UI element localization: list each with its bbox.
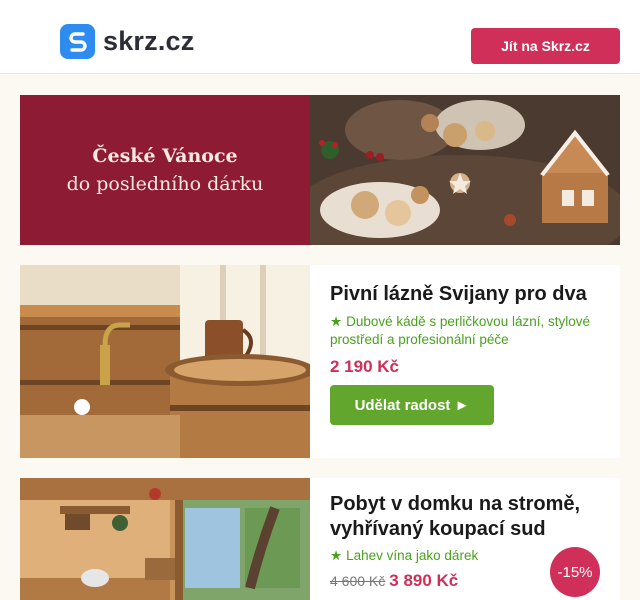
card-feature-text: Dubové kádě s perličkovou lázní, stylové… [330,314,590,347]
discount-badge: -15% [550,547,600,597]
product-card-treehouse[interactable]: Pobyt v domku na stromě, vyhřívaný koupa… [20,478,620,600]
card-old-price: 4 600 Kč [330,573,386,589]
card-feature: ★ Dubové kádě s perličkovou lázní, stylov… [330,313,600,349]
star-icon: ★ [330,548,343,563]
header: skrz.cz Jít na Skrz.cz [0,0,640,74]
skrz-logo-icon [60,23,95,59]
card-title[interactable]: Pobyt v domku na stromě, vyhřívaný koupa… [330,492,600,542]
card-feature-text: Lahev vína jako dárek [346,548,479,563]
card-price: 3 890 Kč [389,571,459,590]
banner-text-panel: České Vánoce do posledního dárku [20,95,310,245]
udelat-radost-button[interactable]: Udělat radost ► [330,385,494,425]
banner-title: České Vánoce [92,145,238,167]
go-to-skrz-button[interactable]: Jít na Skrz.cz [471,28,620,64]
card-title[interactable]: Pivní lázně Svijany pro dva [330,282,600,307]
logo-text: skrz.cz [103,25,195,56]
banner-subtitle: do posledního dárku [66,173,264,195]
christmas-banner[interactable]: České Vánoce do posledního dárku [20,95,620,245]
treehouse-image [20,478,310,600]
card-price: 2 190 Kč [330,357,399,376]
product-card-beer-spa[interactable]: Pivní lázně Svijany pro dva ★ Dubové kádě… [20,265,620,458]
beer-spa-image [20,265,310,458]
logo[interactable]: skrz.cz [60,23,194,59]
banner-image-gingerbread [310,95,620,245]
star-icon: ★ [330,314,343,329]
